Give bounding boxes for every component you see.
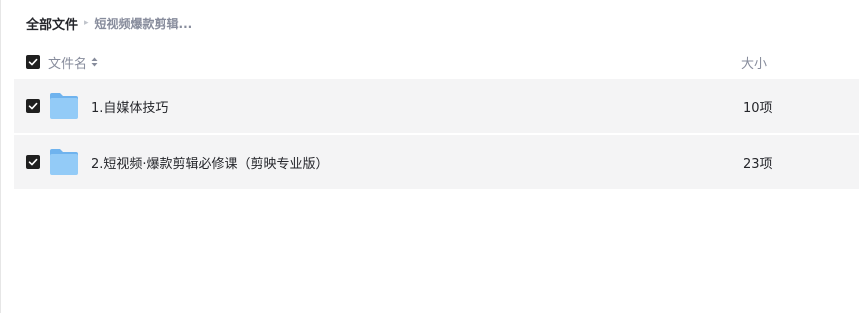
row-checkbox[interactable] bbox=[26, 155, 40, 169]
file-size: 23项 bbox=[743, 156, 773, 172]
folder-icon bbox=[50, 149, 78, 175]
row-checkbox[interactable] bbox=[26, 99, 40, 113]
checkmark-icon bbox=[28, 102, 38, 110]
file-size: 10项 bbox=[743, 100, 773, 116]
select-all-checkbox[interactable] bbox=[26, 55, 40, 69]
panel-divider bbox=[0, 0, 1, 313]
breadcrumb: 全部文件 ▸ 短视频爆款剪辑... bbox=[26, 12, 192, 34]
sort-icon[interactable] bbox=[91, 57, 98, 67]
column-header-name-label: 文件名 bbox=[48, 56, 88, 72]
breadcrumb-separator-icon: ▸ bbox=[84, 18, 89, 28]
folder-icon bbox=[50, 93, 78, 119]
column-header-name[interactable]: 文件名 bbox=[48, 53, 98, 72]
file-name[interactable]: 2.短视频·爆款剪辑必修课（剪映专业版） bbox=[91, 153, 329, 172]
breadcrumb-root[interactable]: 全部文件 bbox=[26, 14, 78, 33]
table-row[interactable]: 2.短视频·爆款剪辑必修课（剪映专业版） 23项 bbox=[14, 135, 859, 189]
checkmark-icon bbox=[28, 58, 38, 66]
checkmark-icon bbox=[28, 158, 38, 166]
file-name[interactable]: 1.自媒体技巧 bbox=[91, 97, 168, 116]
table-header: 文件名 大小 bbox=[26, 50, 859, 74]
column-header-size[interactable]: 大小 bbox=[741, 53, 767, 72]
table-row[interactable]: 1.自媒体技巧 10项 bbox=[14, 79, 859, 133]
breadcrumb-current: 短视频爆款剪辑... bbox=[94, 16, 193, 31]
